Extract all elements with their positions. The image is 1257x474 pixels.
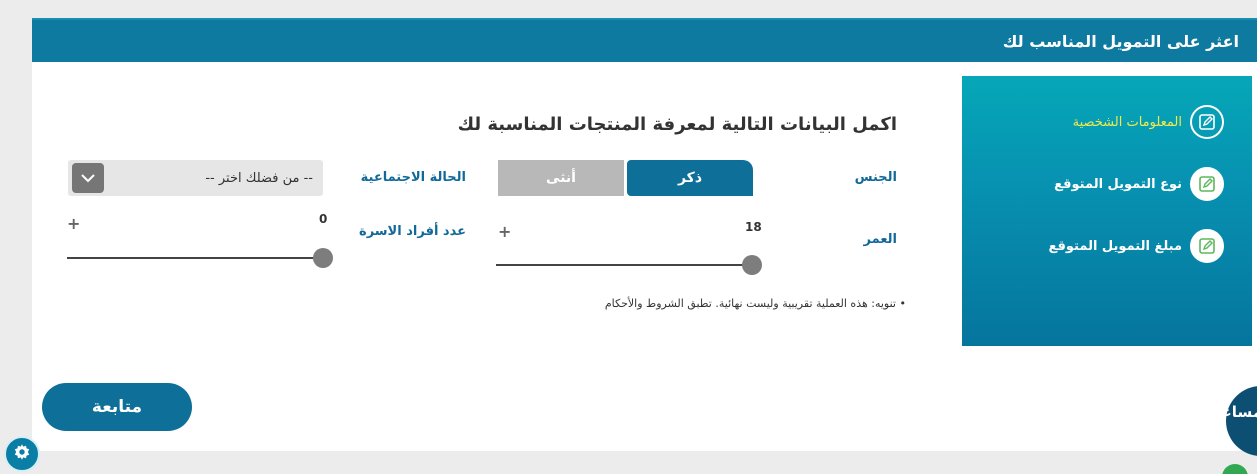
step-label: نوع التمويل المتوقع [1054,176,1182,192]
age-slider-track[interactable] [496,264,750,266]
family-plus-icon[interactable]: + [67,214,80,233]
step-finance-amount[interactable]: مبلغ التمويل المتوقع [1049,226,1253,266]
step-finance-type[interactable]: نوع التمويل المتوقع [1054,164,1252,204]
continue-button[interactable]: متابعة [42,383,192,431]
card-header: اعثر على التمويل المناسب لك [32,18,1257,62]
edit-icon [1190,167,1224,201]
age-value: 18 [745,220,762,234]
settings-button[interactable] [4,436,40,472]
gender-label: الجنس [854,170,897,185]
family-slider-track[interactable] [67,257,321,259]
form-title: اكمل البيانات التالية لمعرفة المنتجات ال… [457,114,897,135]
note-bullet: • [899,297,907,310]
disclaimer-note: • تنويه: هذه العملية تقريبية وليست نهائي… [605,297,906,310]
family-slider-handle[interactable] [313,248,333,268]
card-body: المعلومات الشخصية نوع التمويل المتوقع مب… [32,62,1257,451]
top-partial-text [0,0,1257,8]
family-members-label: عدد أفراد الاسرة [359,224,466,239]
chevron-down-icon[interactable] [72,163,104,193]
age-label: العمر [863,232,897,247]
select-placeholder: -- من فضلك اختر -- [205,170,313,186]
edit-icon [1190,229,1224,263]
family-members-value: 0 [319,212,328,226]
note-text: تنويه: هذه العملية تقريبية وليست نهائية.… [604,297,896,310]
gender-male-button[interactable]: ذكر [627,160,753,196]
marital-status-select[interactable]: -- من فضلك اختر -- [68,160,323,196]
card-title: اعثر على التمويل المناسب لك [1002,31,1239,51]
gender-female-button[interactable]: أنثى [498,160,624,196]
gear-icon [13,443,31,465]
step-label: مبلغ التمويل المتوقع [1048,238,1183,254]
step-label: المعلومات الشخصية [1072,114,1182,130]
finance-finder-card: اعثر على التمويل المناسب لك المعلومات ال… [32,18,1257,451]
steps-panel: المعلومات الشخصية نوع التمويل المتوقع مب… [962,76,1252,346]
edit-icon [1190,105,1224,139]
step-personal-info[interactable]: المعلومات الشخصية [1073,102,1252,142]
age-slider-handle[interactable] [742,255,762,275]
age-plus-icon[interactable]: + [498,222,511,241]
marital-status-label: الحالة الاجتماعية [360,170,466,185]
chat-status-icon[interactable] [1222,464,1248,474]
